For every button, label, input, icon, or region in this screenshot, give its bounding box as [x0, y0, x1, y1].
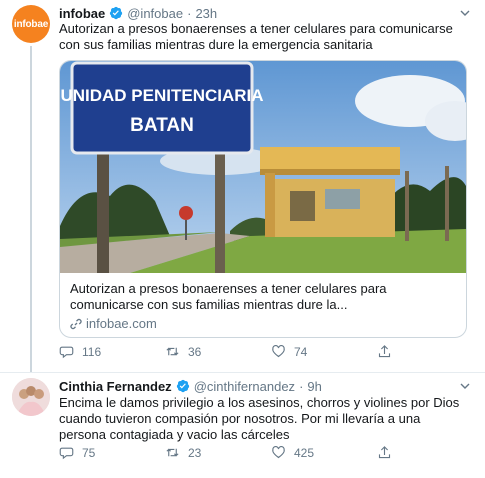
retweet-count: 23: [188, 445, 202, 460]
reply-icon: [59, 447, 74, 460]
link-card[interactable]: UNIDAD PENITENCIARIA BATAN Autorizan a p…: [59, 60, 467, 338]
tweet-header: Cinthia Fernandez @cinthifernandez · 9h: [59, 378, 322, 394]
retweet-icon: [166, 347, 179, 356]
share-icon: [378, 345, 391, 358]
chevron-down-icon[interactable]: [459, 380, 471, 392]
tweet-actions: 75 23 425: [59, 445, 483, 460]
author-name[interactable]: infobae: [59, 6, 105, 21]
verified-badge-icon: [176, 379, 189, 393]
author-name[interactable]: Cinthia Fernandez: [59, 379, 172, 394]
reply-icon: [59, 346, 74, 359]
card-domain-text: infobae.com: [86, 316, 157, 331]
tweet-infobae[interactable]: infobae infobae @infobae · 23h Autorizan…: [0, 0, 485, 372]
verified-badge-icon: [110, 6, 123, 20]
retweet-button[interactable]: 36: [165, 344, 271, 359]
tweet-cinthia[interactable]: Cinthia Fernandez @cinthifernandez · 9h …: [0, 372, 485, 478]
like-button[interactable]: 74: [271, 344, 377, 359]
tweet-header: infobae @infobae · 23h: [59, 5, 217, 21]
author-handle[interactable]: @infobae: [127, 6, 183, 21]
tweet-actions: 116 36 74: [59, 344, 483, 359]
avatar-logo-text: infobae: [13, 18, 49, 30]
reply-button[interactable]: 116: [59, 344, 165, 359]
sign-line-2: BATAN: [130, 115, 194, 136]
chevron-down-icon[interactable]: [459, 7, 471, 19]
card-domain: infobae.com: [70, 316, 460, 331]
reply-button[interactable]: 75: [59, 445, 165, 460]
thread-line: [30, 46, 32, 372]
like-icon: [272, 446, 285, 459]
reply-count: 116: [82, 344, 102, 359]
reply-count: 75: [82, 445, 96, 460]
separator-dot: ·: [187, 5, 192, 21]
tweet-time[interactable]: 23h: [195, 6, 217, 21]
share-icon: [378, 446, 391, 459]
retweet-button[interactable]: 23: [165, 445, 271, 460]
card-body: Autorizan a presos bonaerenses a tener c…: [70, 281, 460, 331]
retweet-count: 36: [188, 344, 202, 359]
share-button[interactable]: [377, 445, 483, 460]
like-count: 425: [294, 445, 315, 460]
card-title: Autorizan a presos bonaerenses a tener c…: [70, 281, 387, 312]
separator-dot: ·: [299, 378, 304, 394]
share-button[interactable]: [377, 344, 483, 359]
avatar-photo: [12, 378, 50, 416]
like-button[interactable]: 425: [271, 445, 377, 460]
card-image: UNIDAD PENITENCIARIA BATAN: [60, 61, 466, 273]
link-icon: [70, 318, 82, 329]
like-count: 74: [294, 344, 308, 359]
sign-line-1: UNIDAD PENITENCIARIA: [60, 86, 263, 105]
tweet-text: Autorizan a presos bonaerenses a tener c…: [59, 21, 453, 52]
author-handle[interactable]: @cinthifernandez: [194, 379, 295, 394]
tweet-text: Encima le damos privilegio a los asesino…: [59, 395, 460, 442]
avatar-cinthia[interactable]: [12, 378, 50, 416]
retweet-icon: [166, 448, 179, 457]
avatar-infobae[interactable]: infobae: [12, 5, 50, 43]
like-icon: [272, 345, 285, 358]
tweet-time[interactable]: 9h: [307, 379, 321, 394]
